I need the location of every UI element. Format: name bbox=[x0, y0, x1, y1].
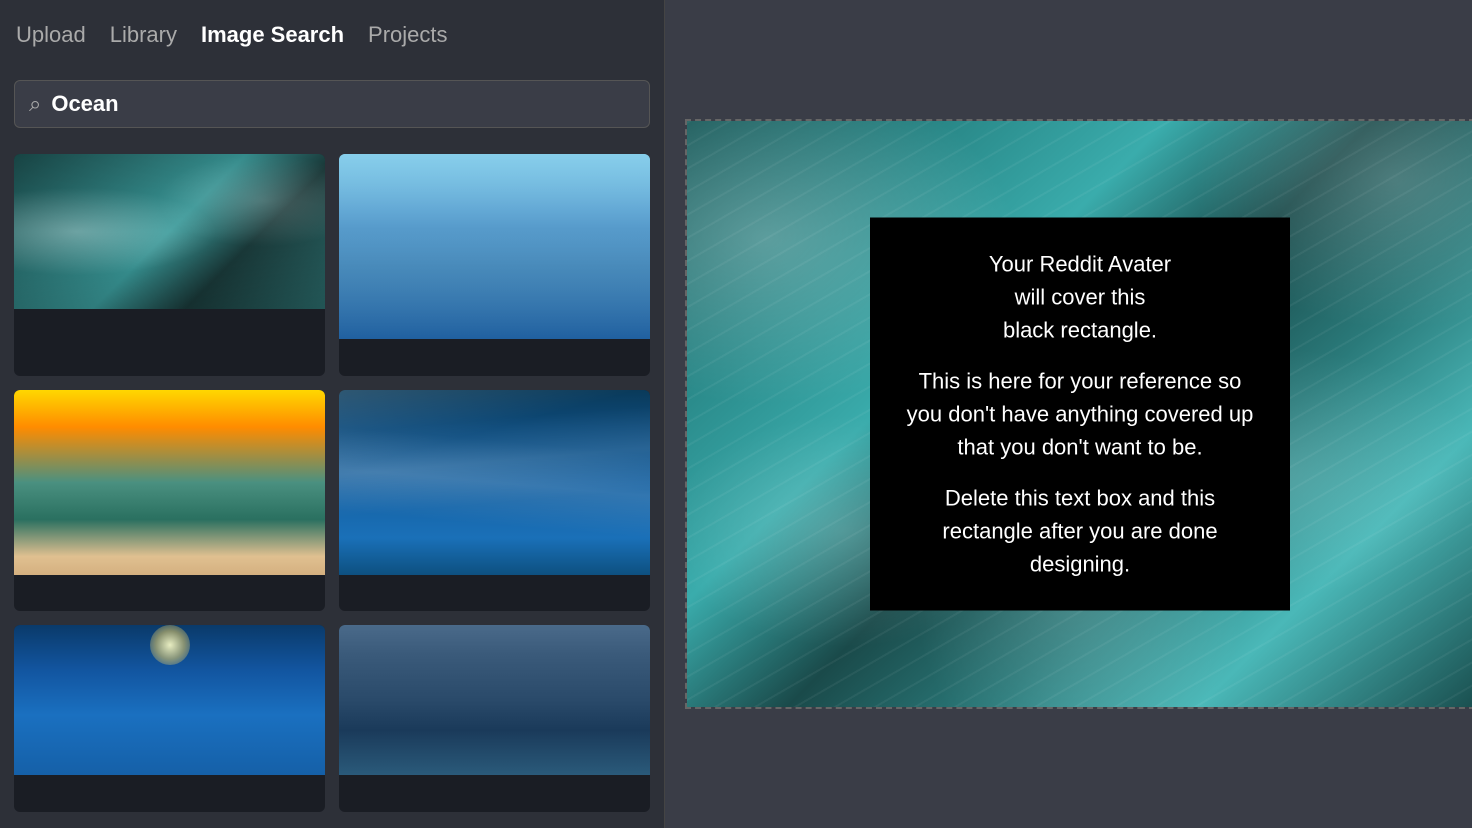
tab-image-search[interactable]: Image Search bbox=[201, 14, 344, 56]
blue-ocean-horizon-image bbox=[339, 154, 650, 339]
tab-projects[interactable]: Projects bbox=[368, 14, 447, 56]
list-item[interactable] bbox=[339, 390, 650, 612]
canvas-frame[interactable]: Your Reddit Avater will cover this black… bbox=[685, 119, 1472, 709]
overlay-paragraph-1: Your Reddit Avater will cover this black… bbox=[898, 248, 1262, 347]
search-bar: ⌕ bbox=[14, 80, 650, 128]
tab-upload[interactable]: Upload bbox=[16, 14, 86, 56]
search-bar-container: ⌕ bbox=[0, 70, 664, 138]
list-item[interactable] bbox=[339, 625, 650, 812]
underwater-sun-image bbox=[14, 625, 325, 775]
overlay-paragraph-2: This is here for your reference so you d… bbox=[898, 365, 1262, 464]
underwater-rays-image bbox=[339, 390, 650, 575]
search-input[interactable] bbox=[51, 91, 635, 117]
search-icon: ⌕ bbox=[29, 93, 41, 115]
nav-tabs: Upload Library Image Search Projects bbox=[0, 0, 664, 70]
list-item[interactable] bbox=[14, 625, 325, 812]
ocean-waves-image bbox=[14, 154, 325, 309]
overlay-paragraph-3: Delete this text box and this rectangle … bbox=[898, 482, 1262, 581]
image-grid bbox=[0, 138, 664, 828]
calm-ocean-image bbox=[339, 625, 650, 775]
tab-library[interactable]: Library bbox=[110, 14, 177, 56]
canvas-text-overlay[interactable]: Your Reddit Avater will cover this black… bbox=[870, 218, 1290, 611]
right-panel: Your Reddit Avater will cover this black… bbox=[665, 0, 1472, 828]
left-panel: Upload Library Image Search Projects ⌕ bbox=[0, 0, 665, 828]
beach-sunset-image bbox=[14, 390, 325, 575]
list-item[interactable] bbox=[14, 390, 325, 612]
list-item[interactable] bbox=[339, 154, 650, 376]
canvas-area: Your Reddit Avater will cover this black… bbox=[665, 0, 1472, 828]
list-item[interactable] bbox=[14, 154, 325, 376]
